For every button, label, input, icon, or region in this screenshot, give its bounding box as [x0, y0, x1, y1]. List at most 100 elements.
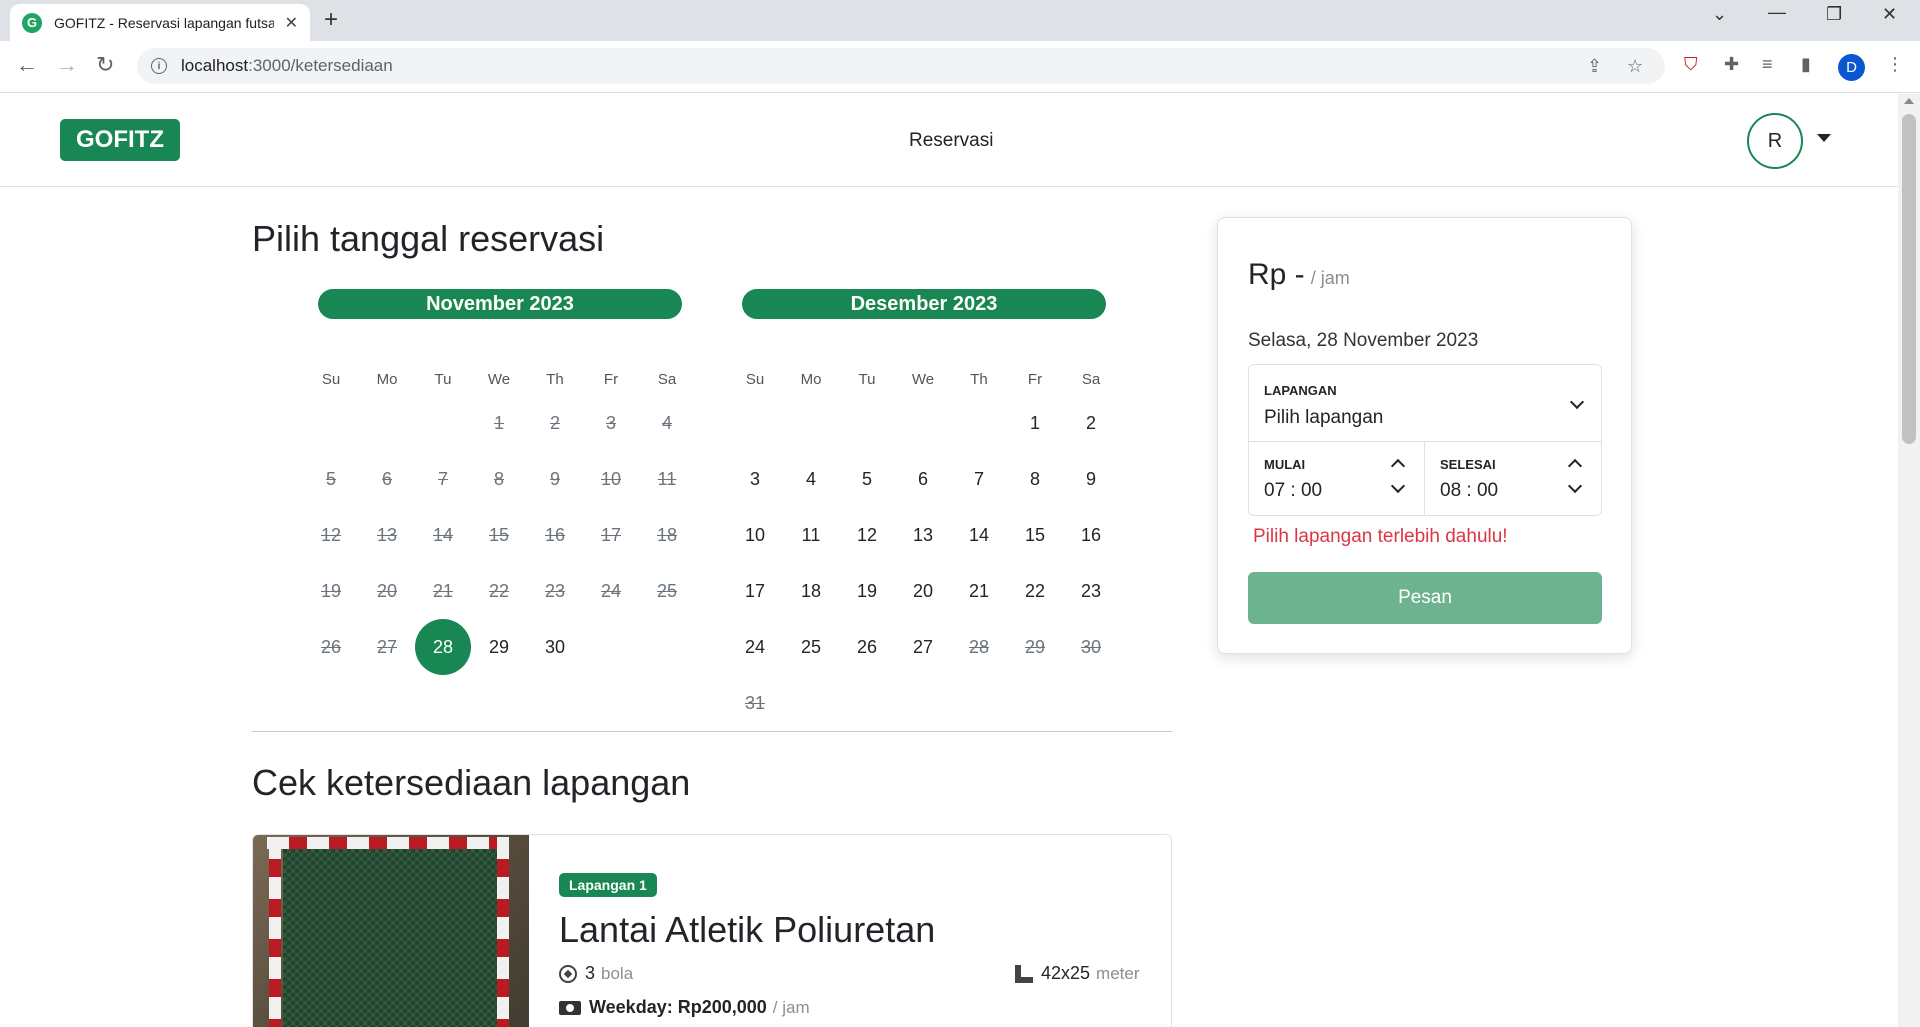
size-unit: meter	[1096, 963, 1140, 983]
goal-post-left	[269, 837, 281, 1027]
side-panel-icon[interactable]: ▮	[1801, 54, 1811, 75]
reload-icon[interactable]: ↻	[96, 52, 114, 78]
calendar-day-selected[interactable]: 28	[415, 619, 471, 675]
calendar-day[interactable]: 26	[839, 619, 895, 675]
url-text: localhost:3000/ketersediaan	[181, 56, 393, 76]
bookmark-star-icon[interactable]: ☆	[1627, 56, 1643, 77]
calendar-day: 6	[381, 468, 392, 489]
calendar-day[interactable]: 29	[471, 619, 527, 675]
brand-logo[interactable]: GOFITZ	[60, 119, 180, 161]
restore-icon[interactable]: ❐	[1826, 4, 1842, 25]
start-time-picker[interactable]: MULAI 07 : 00	[1249, 441, 1424, 516]
calendar-day[interactable]: 2	[1063, 395, 1119, 451]
field-card[interactable]: Lapangan 1 Lantai Atletik Poliuretan 3 b…	[252, 834, 1172, 1027]
user-avatar[interactable]: R	[1747, 113, 1803, 169]
calendar-day[interactable]: 16	[1063, 507, 1119, 563]
field-select[interactable]: LAPANGAN Pilih lapangan	[1249, 365, 1601, 441]
end-increment-icon[interactable]	[1567, 458, 1583, 474]
calendar-day[interactable]: 3	[727, 451, 783, 507]
validation-error: Pilih lapangan terlebih dahulu!	[1253, 526, 1508, 547]
start-increment-icon[interactable]	[1390, 458, 1406, 474]
site-info-icon[interactable]: i	[151, 58, 167, 74]
calendar-day[interactable]: 8	[1007, 451, 1063, 507]
calendar-day[interactable]: 22	[1007, 563, 1063, 619]
back-icon[interactable]: ←	[16, 52, 38, 78]
selected-date-text: Selasa, 28 November 2023	[1248, 330, 1479, 351]
field-select-label: LAPANGAN	[1264, 383, 1337, 398]
extension-shield-icon[interactable]: ⛉	[1684, 54, 1698, 75]
calendar-day[interactable]: 18	[783, 563, 839, 619]
chevron-down-icon	[1569, 394, 1585, 410]
calendar-day[interactable]: 21	[951, 563, 1007, 619]
field-select-value: Pilih lapangan	[1264, 407, 1384, 428]
browser-profile-avatar[interactable]: D	[1838, 54, 1865, 81]
calendar-day[interactable]: 10	[727, 507, 783, 563]
availability-section-title: Cek ketersediaan lapangan	[252, 762, 691, 803]
calendar-day[interactable]: 6	[895, 451, 951, 507]
weekday-header: We	[911, 371, 935, 388]
price-info: Weekday: Rp200,000 / jam	[559, 997, 810, 1018]
calendar-day[interactable]: 12	[839, 507, 895, 563]
media-queue-icon[interactable]: ≡	[1762, 54, 1773, 75]
browser-tab[interactable]: G GOFITZ - Reservasi lapangan futsal ✕	[10, 4, 310, 41]
share-icon[interactable]: ⇪	[1587, 56, 1602, 77]
calendar-day: 18	[656, 524, 678, 545]
end-time-picker[interactable]: SELESAI 08 : 00	[1425, 441, 1601, 516]
calendar-day: 3	[605, 412, 616, 433]
calendar-day: 10	[600, 468, 622, 489]
calendar-day[interactable]: 9	[1063, 451, 1119, 507]
scroll-up-icon[interactable]	[1904, 98, 1914, 104]
extensions-puzzle-icon[interactable]: ✚	[1724, 54, 1739, 75]
calendar-day[interactable]: 20	[895, 563, 951, 619]
end-time-label: SELESAI	[1440, 457, 1496, 472]
calendar-day: 13	[376, 524, 398, 545]
ball-icon	[559, 964, 577, 983]
calendar-day[interactable]: 17	[727, 563, 783, 619]
window-close-icon[interactable]: ✕	[1882, 4, 1897, 25]
end-decrement-icon[interactable]	[1567, 478, 1583, 494]
weekday-header: Mo	[376, 371, 398, 388]
nav-reservasi[interactable]: Reservasi	[909, 130, 993, 152]
balls-value: 3	[585, 963, 596, 983]
calendar-day[interactable]: 7	[951, 451, 1007, 507]
calendar-day: 12	[320, 524, 342, 545]
favicon-icon: G	[22, 12, 42, 33]
calendar-day[interactable]: 4	[783, 451, 839, 507]
minimize-icon[interactable]: —	[1768, 2, 1786, 23]
calendar-day: 4	[661, 412, 672, 433]
calendar-day[interactable]: 13	[895, 507, 951, 563]
calendar-day[interactable]: 1	[1007, 395, 1063, 451]
calendar-day: 14	[432, 524, 454, 545]
new-tab-icon[interactable]: +	[324, 6, 338, 34]
forward-icon[interactable]: →	[56, 52, 78, 78]
calendar-day[interactable]: 30	[527, 619, 583, 675]
calendar-day[interactable]: 19	[839, 563, 895, 619]
calendar-day[interactable]: 15	[1007, 507, 1063, 563]
user-menu-caret-icon[interactable]	[1817, 134, 1831, 142]
ruler-icon	[1015, 964, 1033, 983]
booking-card: Rp - / jam Selasa, 28 November 2023 LAPAN…	[1217, 217, 1632, 654]
calendar-day[interactable]: 23	[1063, 563, 1119, 619]
tab-search-icon[interactable]: ⌄	[1712, 4, 1727, 25]
calendar-day[interactable]: 14	[951, 507, 1007, 563]
start-decrement-icon[interactable]	[1390, 478, 1406, 494]
scrollbar-thumb[interactable]	[1902, 114, 1916, 444]
calendar-day[interactable]: 11	[783, 507, 839, 563]
calendar-day[interactable]: 5	[839, 451, 895, 507]
calendar-day[interactable]: 24	[727, 619, 783, 675]
address-bar[interactable]: i localhost:3000/ketersediaan ⇪ ☆	[137, 48, 1665, 84]
site-header: GOFITZ Reservasi R	[0, 94, 1898, 187]
browser-menu-icon[interactable]: ⋮	[1886, 54, 1904, 75]
calendar-day: 11	[657, 468, 677, 489]
field-photo	[253, 835, 529, 1027]
calendar-day[interactable]: 25	[783, 619, 839, 675]
pesan-button[interactable]: Pesan	[1248, 572, 1602, 624]
size-value: 42x25	[1041, 963, 1091, 983]
calendar-day: 1	[493, 412, 504, 433]
page-scrollbar[interactable]	[1898, 94, 1920, 1027]
calendar-day[interactable]: 27	[895, 619, 951, 675]
field-name: Lantai Atletik Poliuretan	[559, 909, 936, 950]
tab-close-icon[interactable]: ✕	[285, 13, 298, 33]
weekday-header: Tu	[858, 371, 876, 388]
section-divider	[252, 731, 1172, 732]
